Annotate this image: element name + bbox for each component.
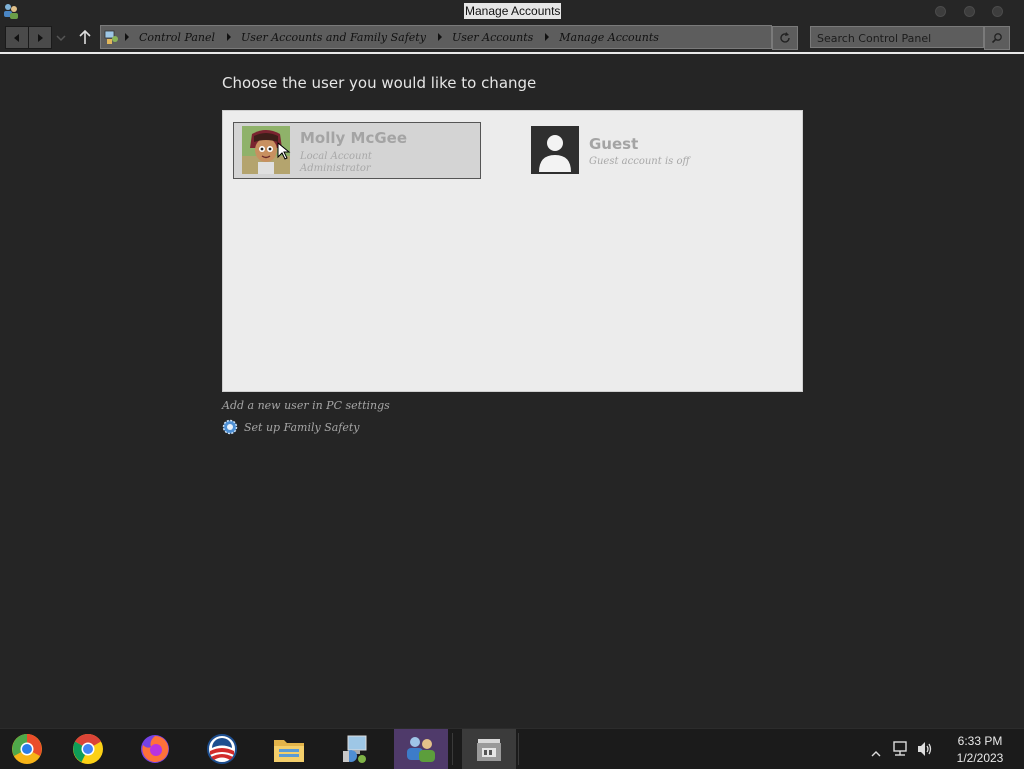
add-user-link[interactable]: Add a new user in PC settings: [222, 399, 390, 412]
address-bar[interactable]: Control Panel User Accounts and Family S…: [100, 25, 772, 49]
refresh-button[interactable]: [772, 26, 798, 50]
clock-time: 6:33 PM: [957, 734, 1003, 748]
control-panel-icon: [343, 735, 367, 763]
search-icon: [991, 33, 1002, 44]
taskbar-control-panel[interactable]: [329, 729, 383, 769]
account-name: Guest: [589, 135, 639, 153]
show-hidden-icons-chevron-icon[interactable]: [871, 744, 881, 757]
back-button[interactable]: [5, 26, 29, 49]
navigation-bar: Control Panel User Accounts and Family S…: [0, 22, 1024, 52]
taskbar: 6:33 PM 1/2/2023: [0, 728, 1024, 769]
search-button[interactable]: [984, 26, 1010, 50]
chrome-canary-icon: [12, 734, 42, 764]
family-safety-link[interactable]: Set up Family Safety: [222, 419, 360, 435]
taskbar-obama-logo[interactable]: [195, 729, 249, 769]
breadcrumb-control-panel[interactable]: Control Panel: [139, 31, 215, 44]
forward-arrow-icon: [38, 33, 43, 42]
user-accounts-icon: [3, 3, 19, 19]
taskbar-user-accounts[interactable]: [394, 729, 448, 769]
recent-locations-chevron-icon[interactable]: [54, 30, 68, 44]
taskbar-separator: [518, 733, 519, 765]
taskbar-chrome[interactable]: [61, 729, 115, 769]
search-input[interactable]: [811, 29, 983, 48]
control-panel-icon: [104, 29, 120, 45]
guest-avatar-icon: [531, 126, 579, 174]
account-tile-guest[interactable]: Guest Guest account is off: [531, 126, 791, 181]
nav-divider: [0, 52, 1024, 54]
clock-date: 1/2/2023: [956, 751, 1004, 765]
account-type: Local Account: [300, 151, 372, 162]
system-clock[interactable]: 6:33 PM 1/2/2023: [944, 733, 1016, 767]
page-title: Choose the user you would like to change: [222, 74, 537, 92]
forward-button[interactable]: [28, 26, 52, 49]
taskbar-separator: [452, 733, 453, 765]
chrome-icon: [73, 734, 103, 764]
breadcrumb-manage-accounts[interactable]: Manage Accounts: [559, 31, 659, 44]
window-title: Manage Accounts: [464, 3, 562, 19]
gear-icon: [222, 419, 238, 435]
account-status: Guest account is off: [589, 156, 690, 167]
obama-logo-icon: [207, 734, 237, 764]
firefox-icon: [141, 735, 169, 763]
family-safety-label: Set up Family Safety: [244, 420, 360, 434]
close-button[interactable]: [992, 6, 1003, 17]
account-role: Administrator: [300, 163, 371, 174]
up-arrow-icon[interactable]: [76, 28, 94, 46]
breadcrumb-user-accounts[interactable]: User Accounts: [452, 31, 533, 44]
maximize-button[interactable]: [964, 6, 975, 17]
network-icon[interactable]: [892, 740, 910, 758]
taskbar-store[interactable]: [462, 729, 516, 769]
breadcrumb: Control Panel User Accounts and Family S…: [123, 26, 669, 48]
user-accounts-icon: [407, 737, 435, 762]
back-arrow-icon: [14, 33, 19, 42]
breadcrumb-user-accounts-family-safety[interactable]: User Accounts and Family Safety: [241, 31, 426, 44]
store-icon: [477, 739, 501, 761]
minimize-button[interactable]: [935, 6, 946, 17]
file-explorer-icon: [274, 740, 304, 762]
refresh-icon: [780, 32, 790, 43]
taskbar-firefox[interactable]: [128, 729, 182, 769]
account-tile-molly-mcgee[interactable]: Molly McGee Local Account Administrator: [233, 122, 481, 179]
taskbar-file-explorer[interactable]: [262, 729, 316, 769]
taskbar-chrome-canary[interactable]: [0, 729, 54, 769]
account-name: Molly McGee: [300, 129, 407, 147]
search-field[interactable]: [810, 26, 984, 48]
accounts-list: Molly McGee Local Account Administrator …: [222, 110, 803, 392]
title-bar: Manage Accounts: [0, 0, 1024, 22]
volume-icon[interactable]: [916, 740, 934, 758]
mouse-cursor-icon: [277, 141, 291, 160]
